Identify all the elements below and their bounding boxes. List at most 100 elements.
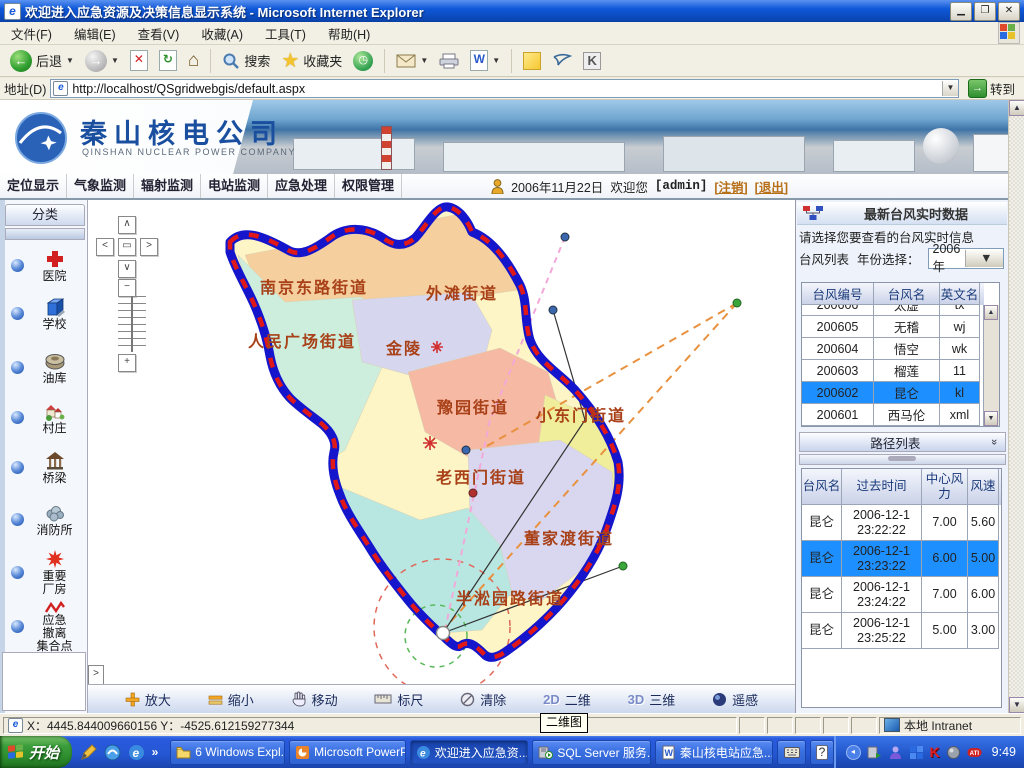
sidebar-item-school[interactable]: 学校 (5, 296, 85, 331)
table-row[interactable]: 昆仑 2006-12-1 23:22:22 7.00 5.60 (802, 505, 1001, 541)
tray-volume-icon[interactable] (946, 745, 961, 760)
menu-help[interactable]: 帮助(H) (317, 24, 381, 43)
pan-up-button[interactable]: ∧ (118, 216, 136, 234)
back-button[interactable]: ← 后退 ▼ (6, 48, 78, 74)
edit-word-button[interactable]: W▼ (466, 48, 504, 73)
tray-kaspersky-icon[interactable]: K (930, 744, 940, 760)
hide-icons-chevron[interactable]: ◂ (846, 745, 861, 760)
table-row-selected[interactable]: 200602 昆仑 kl (802, 382, 984, 404)
address-dropdown[interactable]: ▼ (942, 81, 958, 96)
pan-left-button[interactable]: < (96, 238, 114, 256)
taskbar-clock[interactable]: 9:49 (992, 745, 1016, 759)
table-row[interactable]: 200603 榴莲 11 (802, 360, 984, 382)
pan-down-button[interactable]: ∨ (118, 260, 136, 278)
table-scrollbar[interactable]: ▲ ▼ (983, 305, 999, 426)
scroll-down-icon[interactable]: ▼ (984, 411, 998, 426)
sidebar-item-assembly-point[interactable]: 应急 撤离 集合点 (5, 600, 85, 653)
forward-button[interactable]: → ▼ (81, 48, 123, 74)
remote-sensing-tool[interactable]: 遥感 (712, 690, 758, 709)
pen-icon[interactable] (80, 744, 97, 761)
tab-emergency[interactable]: 应急处理 (268, 174, 335, 198)
table-row[interactable]: 昆仑 2006-12-1 23:24:22 7.00 6.00 (802, 577, 1001, 613)
task-word-document[interactable]: W 秦山核电站应急... (655, 740, 774, 765)
ruler-tool[interactable]: 标尺 (374, 690, 423, 709)
ruler-center-button[interactable]: ▭ (118, 238, 136, 256)
print-button[interactable] (435, 51, 463, 71)
sidebar-item-village[interactable]: 村庄 (5, 400, 85, 435)
tray-messenger-icon[interactable] (888, 745, 903, 760)
pan-tool[interactable]: 移动 (291, 690, 338, 709)
restore-button[interactable]: ❐ (974, 2, 996, 21)
layer-toggle-icon[interactable] (11, 513, 24, 526)
pan-right-button[interactable]: > (140, 238, 158, 256)
refresh-button[interactable]: ↻ (155, 48, 181, 73)
home-button[interactable]: ⌂ (184, 48, 203, 74)
ie-icon[interactable]: e (128, 744, 145, 761)
minimize-button[interactable]: ▁ (950, 2, 972, 21)
table-row-selected[interactable]: 昆仑 2006-12-1 23:23:22 6.00 5.00 (802, 541, 1001, 577)
task-sql-server[interactable]: SQL Server 服务... (532, 740, 651, 765)
favorites-button[interactable]: ★ 收藏夹 (277, 46, 346, 75)
exit-link[interactable]: [退出] (755, 177, 788, 196)
task-emergency-system[interactable]: e 欢迎进入应急资... (410, 740, 529, 765)
sidebar-item-fire-station[interactable]: 消防所 (5, 502, 85, 537)
table-row[interactable]: 200604 悟空 wk (802, 338, 984, 360)
path-list-header[interactable]: 路径列表 » (799, 432, 1006, 452)
chevron-double-down-icon[interactable]: » (988, 439, 1000, 445)
scroll-up-icon[interactable]: ▲ (984, 305, 998, 320)
table-row[interactable]: 200605 无稽 wj (802, 316, 984, 338)
sidebar-collapse-button[interactable]: > (88, 665, 104, 684)
tray-sql-icon[interactable] (867, 745, 882, 760)
tab-radiation[interactable]: 辐射监测 (134, 174, 201, 198)
zoom-out-tool[interactable]: 缩小 (208, 690, 254, 709)
sidebar-item-oil-depot[interactable]: 油库 (5, 350, 85, 385)
menu-file[interactable]: 文件(F) (0, 24, 63, 43)
scroll-up-icon[interactable]: ▲ (1009, 100, 1024, 116)
layer-toggle-icon[interactable] (11, 361, 24, 374)
year-select[interactable]: 2006年 ▼ (928, 248, 1004, 269)
kaspersky-button[interactable]: K (579, 50, 605, 72)
table-row[interactable]: 200606 太虚 tx (802, 305, 984, 316)
start-button[interactable]: 开始 (0, 736, 72, 768)
zoom-in-step-button[interactable]: + (118, 354, 136, 372)
messenger-icon[interactable] (104, 744, 121, 761)
sidebar-item-bridge[interactable]: 桥梁 (5, 450, 85, 485)
quick-launch-overflow-icon[interactable]: » (152, 745, 159, 759)
layer-toggle-icon[interactable] (11, 566, 24, 579)
input-method-button[interactable] (777, 740, 806, 765)
view-2d-tool[interactable]: 2D 二维 (543, 690, 591, 709)
logout-link[interactable]: [注销] (714, 177, 747, 196)
task-powerpoint[interactable]: Microsoft PowerP... (289, 740, 406, 765)
menu-tools[interactable]: 工具(T) (254, 24, 317, 43)
sidebar-item-key-plant[interactable]: 重要 厂房 (5, 548, 85, 596)
view-3d-tool[interactable]: 3D 三维 (628, 690, 676, 709)
table-row[interactable]: 昆仑 2006-12-1 23:25:22 5.00 3.00 (802, 613, 1001, 649)
menu-view[interactable]: 查看(V) (127, 24, 191, 43)
panel-splitter[interactable] (799, 454, 1006, 465)
close-button[interactable]: ✕ (998, 2, 1020, 21)
zoom-in-tool[interactable]: 放大 (125, 690, 171, 709)
mail-button[interactable]: ▼ (392, 52, 432, 70)
tray-ati-icon[interactable]: ATI (967, 745, 982, 760)
task-windows-explorer-group[interactable]: 6 Windows Expl... ▼ (170, 740, 285, 765)
tray-ime-grid-icon[interactable] (909, 745, 924, 760)
tab-station[interactable]: 电站监测 (201, 174, 268, 198)
messenger-button[interactable] (519, 50, 545, 72)
zoom-slider[interactable] (118, 296, 146, 352)
map-viewport[interactable]: 南京东路街道 外滩街道 人民广场街道 金陵 豫园街道 小东门街道 老西门街道 董… (88, 200, 795, 684)
swoosh-button[interactable] (548, 51, 576, 71)
layer-toggle-icon[interactable] (11, 259, 24, 272)
zoom-out-step-button[interactable]: − (118, 279, 136, 297)
stop-button[interactable]: ✕ (126, 48, 152, 73)
menu-favorites[interactable]: 收藏(A) (190, 24, 254, 43)
page-scrollbar[interactable]: ▲ ▼ (1008, 100, 1024, 713)
address-input[interactable]: e http://localhost/QSgridwebgis/default.… (50, 79, 959, 98)
current-position-marker[interactable] (437, 627, 450, 640)
go-button[interactable]: → 转到 (963, 78, 1020, 99)
tab-weather[interactable]: 气象监测 (67, 174, 134, 198)
sidebar-item-hospital[interactable]: 医院 (5, 248, 85, 283)
tab-location[interactable]: 定位显示 (0, 174, 67, 198)
help-button[interactable]: ? (810, 740, 833, 765)
layer-toggle-icon[interactable] (11, 411, 24, 424)
layer-toggle-icon[interactable] (11, 620, 24, 633)
